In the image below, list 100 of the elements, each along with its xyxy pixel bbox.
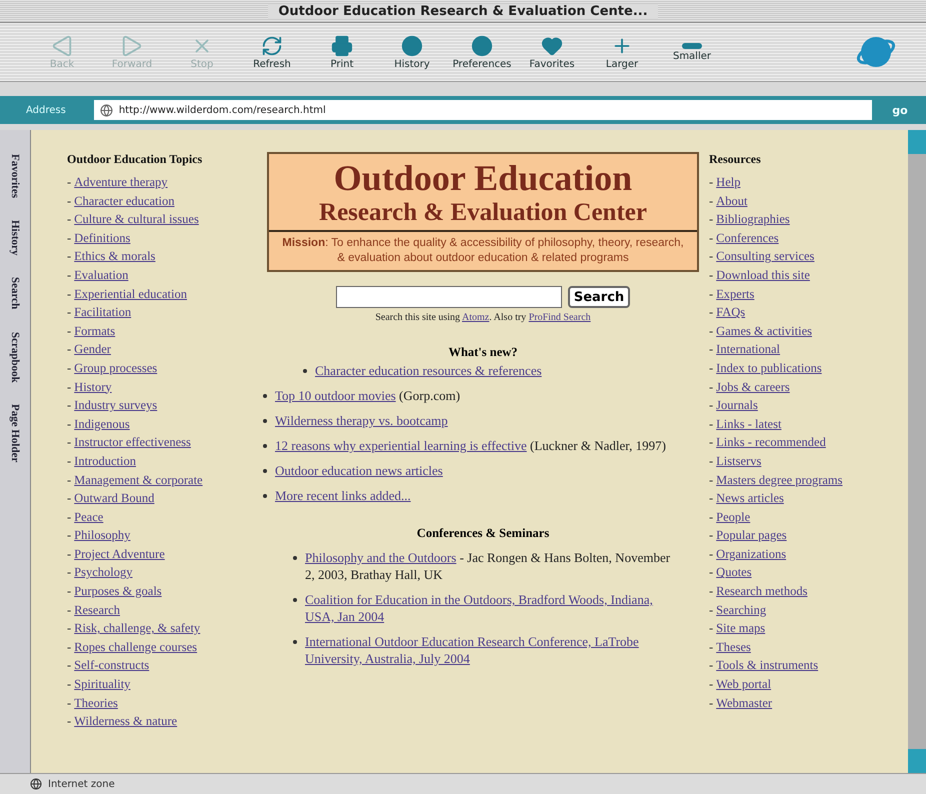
topic-link[interactable]: Gender	[74, 340, 111, 359]
bullet-icon	[263, 419, 267, 423]
sidebar-tab[interactable]: History	[9, 212, 21, 264]
topic-link[interactable]: Index to publications	[716, 358, 822, 378]
topic-link[interactable]: FAQs	[716, 303, 746, 322]
topic-link[interactable]: Culture & cultural issues	[74, 210, 199, 229]
toolbar-button[interactable]: Preferences	[450, 27, 514, 77]
conference-item: Philosophy and the Outdoors - Jac Rongen & Hans Bolten, November 2, 2003, Brathay Hall, UK	[305, 549, 672, 583]
topic-link[interactable]: Psychology	[74, 563, 133, 582]
topic-link[interactable]: Ethics & morals	[74, 247, 156, 266]
news-link[interactable]: Character education resources & references	[315, 363, 542, 378]
topic-link[interactable]: Theories	[74, 694, 118, 712]
dash: -	[67, 397, 72, 414]
toolbar-button[interactable]: History	[380, 27, 444, 77]
sidebar-tab[interactable]: Page Holder	[9, 396, 21, 471]
topic-link[interactable]: Experts	[716, 284, 754, 304]
news-link[interactable]: Outdoor education news articles	[275, 463, 443, 478]
topic-link[interactable]: People	[716, 508, 750, 526]
dash: -	[67, 676, 72, 694]
topic-link[interactable]: Indigenous	[74, 414, 130, 434]
dash: -	[67, 472, 72, 488]
topic-link[interactable]: Research	[74, 600, 120, 620]
topic-link[interactable]: Masters degree programs	[716, 470, 843, 490]
address-field[interactable]: http://www.wilderdom.com/research.html	[94, 100, 872, 120]
topic-link[interactable]: Self-constructs	[74, 656, 150, 676]
sidebar-tab[interactable]: Scrapbook	[9, 324, 21, 390]
topic-link[interactable]: Jobs & careers	[716, 378, 790, 396]
topic-link[interactable]: Conferences	[716, 228, 779, 248]
search-link[interactable]: ProFind Search	[528, 312, 591, 323]
topic-link[interactable]: History	[74, 378, 112, 396]
conference-link[interactable]: International Outdoor Education Research Conference, LaTrobe University, Australia, July 2004	[305, 633, 683, 667]
topic-link[interactable]: Management & corporate	[74, 470, 203, 490]
topic-link[interactable]: Facilitation	[74, 303, 132, 322]
topic-link[interactable]: Download this site	[716, 266, 810, 285]
scrollbar[interactable]	[908, 130, 926, 773]
news-link[interactable]: Wilderness therapy vs. bootcamp	[275, 413, 448, 428]
topic-link[interactable]: International	[716, 340, 780, 359]
topic-link[interactable]: Experiential education	[74, 284, 187, 304]
toolbar-button[interactable]: Print	[310, 27, 374, 77]
search-field[interactable]	[336, 286, 562, 308]
topic-link[interactable]: Webmaster	[716, 694, 772, 712]
topic-link[interactable]: Adventure therapy	[74, 173, 168, 192]
topic-link[interactable]: Outward Bound	[74, 489, 154, 508]
news-link[interactable]: More recent links added...	[275, 488, 411, 503]
topic-link[interactable]: Bibliographies	[716, 210, 790, 229]
topic-link[interactable]: Spirituality	[74, 675, 130, 694]
topic-link[interactable]: About	[716, 192, 748, 210]
topic-link[interactable]: Popular pages	[716, 526, 787, 545]
topic-link[interactable]: Organizations	[716, 544, 786, 564]
topic-link[interactable]: Searching	[716, 600, 766, 620]
topic-link[interactable]: Site maps	[716, 619, 766, 638]
topic-link[interactable]: Purposes & goals	[74, 582, 162, 601]
section-heading: What's new?	[447, 345, 519, 360]
dash: -	[67, 192, 72, 210]
topic-link[interactable]: Games & activities	[716, 322, 812, 340]
dash: -	[67, 434, 72, 452]
topic-link[interactable]: Ropes challenge courses	[74, 638, 198, 656]
sidebar-tab[interactable]: Search	[9, 269, 21, 318]
topic-link[interactable]: Character education	[74, 192, 174, 210]
topic-link[interactable]: Group processes	[74, 358, 158, 378]
dash: -	[709, 676, 714, 694]
news-link[interactable]: 12 reasons why experiential learning is effective	[275, 438, 527, 453]
address-label: Address	[25, 104, 67, 116]
topic-link[interactable]: Instructor effectiveness	[74, 433, 191, 452]
topic-link[interactable]: Risk, challenge, & safety	[74, 619, 200, 638]
topic-link[interactable]: Tools & instruments	[716, 656, 818, 676]
topic-link[interactable]: Links - recommended	[716, 433, 826, 452]
toolbar-button[interactable]: Smaller	[660, 27, 724, 77]
search-link[interactable]: Atomz	[462, 312, 490, 323]
topic-link[interactable]: Introduction	[74, 452, 136, 470]
dash: -	[709, 527, 714, 544]
topic-link[interactable]: Consulting services	[716, 247, 814, 266]
topic-link[interactable]: News articles	[716, 489, 784, 508]
topic-link[interactable]: Evaluation	[74, 266, 128, 285]
toolbar-button[interactable]: Larger	[590, 27, 654, 77]
conference-link[interactable]: Philosophy and the Outdoors	[305, 550, 456, 565]
topic-link[interactable]: Industry surveys	[74, 396, 158, 415]
news-note: (Gorp.com)	[398, 388, 460, 403]
toolbar-button[interactable]: Favorites	[520, 27, 584, 77]
conference-link[interactable]: Coalition for Education in the Outdoors, Bradford Woods, Indiana, USA, Jan 2004	[305, 591, 683, 625]
topic-link[interactable]: Quotes	[716, 563, 752, 582]
topic-link[interactable]: Journals	[716, 396, 758, 415]
toolbar-button[interactable]: Refresh	[240, 27, 304, 77]
topic-link[interactable]: Project Adventure	[74, 544, 165, 564]
dash: -	[67, 174, 72, 191]
topic-link[interactable]: Web portal	[716, 675, 772, 694]
topic-link[interactable]: Help	[716, 173, 740, 192]
sidebar-tab[interactable]: Favorites	[9, 146, 21, 206]
topic-link[interactable]: Peace	[74, 508, 104, 526]
topic-link[interactable]: Wilderness & nature	[74, 712, 178, 731]
topic-link[interactable]: Links - latest	[716, 414, 782, 434]
topic-link[interactable]: Definitions	[74, 228, 130, 248]
topic-link[interactable]: Philosophy	[74, 526, 130, 545]
topic-link[interactable]: Listservs	[716, 452, 762, 470]
topic-link[interactable]: Research methods	[716, 582, 808, 601]
news-link[interactable]: Top 10 outdoor movies	[275, 388, 396, 403]
news-note: (Luckner & Nadler, 1997)	[528, 438, 666, 453]
topic-link[interactable]: Theses	[716, 638, 751, 656]
topic-link[interactable]: Formats	[74, 322, 116, 340]
search-button[interactable]: Search	[568, 286, 630, 308]
